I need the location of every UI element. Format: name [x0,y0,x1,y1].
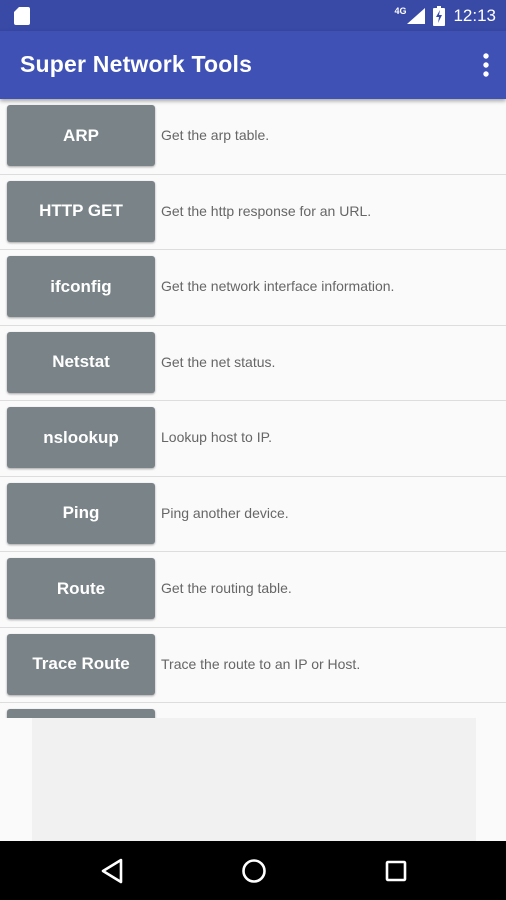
tool-row-arp: ARP Get the arp table. [0,99,506,175]
partial-tool-button[interactable] [7,709,155,718]
status-indicators: 4G 12:13 [394,0,496,31]
tool-description: Get the net status. [161,353,276,370]
recents-icon[interactable] [385,860,407,882]
overflow-menu-icon[interactable] [482,52,490,78]
tool-row-http-get: HTTP GET Get the http response for an UR… [0,175,506,250]
tool-description: Get the network interface information. [161,278,395,294]
tool-description: Trace the route to an IP or Host. [161,655,361,672]
trace-route-button[interactable]: Trace Route [7,633,155,695]
battery-charging-icon [433,5,446,26]
clock-time: 12:13 [453,5,496,25]
ad-banner-placeholder [32,718,476,841]
tool-description: Get the arp table. [161,127,270,143]
nslookup-button[interactable]: nslookup [7,407,155,468]
sim-card-icon [14,7,30,25]
tool-row-ping: Ping Ping another device. [0,477,506,552]
app-title: Super Network Tools [20,51,253,77]
http-get-button[interactable]: HTTP GET [7,180,155,242]
tool-row-trace-route: Trace Route Trace the route to an IP or … [0,628,506,703]
tool-row-partial [0,703,506,718]
tool-description: Lookup host to IP. [161,429,273,445]
tool-description: Ping another device. [161,504,289,521]
tool-row-netstat: Netstat Get the net status. [0,326,506,401]
arp-button[interactable]: ARP [7,105,155,166]
app-bar: Super Network Tools [0,31,506,99]
ifconfig-button[interactable]: ifconfig [7,256,155,317]
signal-icon [407,7,426,24]
ping-button[interactable]: Ping [7,482,155,544]
route-button[interactable]: Route [7,558,155,619]
status-bar: 4G 12:13 [0,0,506,31]
tool-row-ifconfig: ifconfig Get the network interface infor… [0,250,506,326]
back-icon[interactable] [100,858,124,884]
home-icon[interactable] [241,858,267,884]
tool-row-nslookup: nslookup Lookup host to IP. [0,401,506,477]
tool-description: Get the http response for an URL. [161,202,372,219]
tool-description: Get the routing table. [161,580,292,596]
tool-row-route: Route Get the routing table. [0,552,506,628]
navigation-bar [0,841,506,900]
netstat-button[interactable]: Netstat [7,331,155,393]
tool-list[interactable]: ARP Get the arp table. HTTP GET Get the … [0,99,506,718]
network-type-label: 4G [394,5,407,16]
